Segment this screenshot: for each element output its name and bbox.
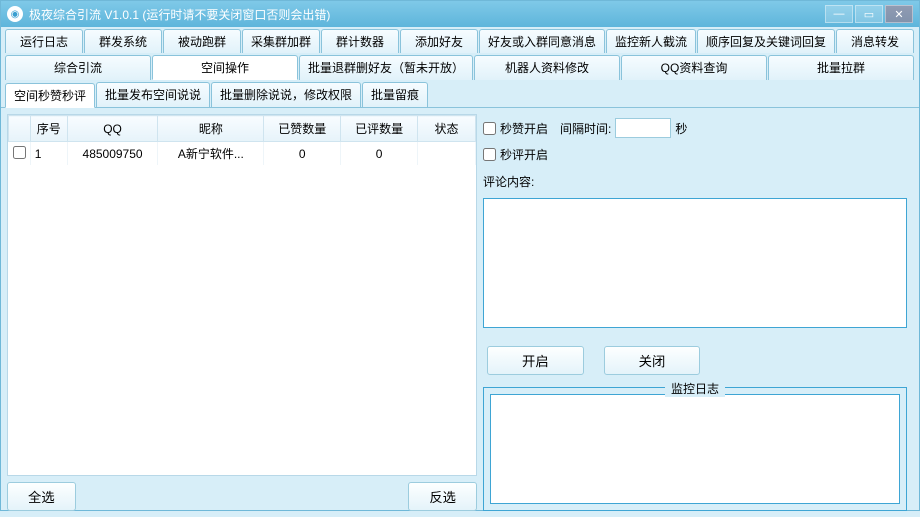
interval-unit: 秒 — [675, 120, 687, 137]
tab-tabrow2-1[interactable]: 空间操作 — [152, 55, 298, 80]
row-checkbox[interactable] — [13, 146, 26, 159]
tab-tabrow3-0[interactable]: 空间秒赞秒评 — [5, 83, 95, 108]
col-header-1[interactable]: QQ — [67, 116, 158, 142]
close-button[interactable]: ✕ — [885, 5, 913, 23]
tab-tabrow2-2[interactable]: 批量退群删好友（暂未开放） — [299, 55, 473, 80]
tab-tabrow1-3[interactable]: 采集群加群 — [242, 29, 320, 53]
col-header-5[interactable]: 状态 — [418, 116, 476, 142]
table-row[interactable]: 1485009750A新宁软件...00 — [9, 142, 476, 166]
tab-tabrow3-3[interactable]: 批量留痕 — [362, 82, 428, 107]
interval-input[interactable] — [615, 118, 671, 138]
tab-row-2: 综合引流空间操作批量退群删好友（暂未开放）机器人资料修改QQ资料查询批量拉群 — [1, 53, 919, 80]
left-panel: 序号QQ昵称已赞数量已评数量状态 1485009750A新宁软件...00 全选… — [7, 114, 477, 511]
tab-tabrow1-5[interactable]: 添加好友 — [400, 29, 478, 53]
col-header-3[interactable]: 已赞数量 — [264, 116, 341, 142]
account-table: 序号QQ昵称已赞数量已评数量状态 1485009750A新宁软件...00 — [8, 115, 476, 165]
col-checkbox — [9, 116, 31, 142]
col-header-2[interactable]: 昵称 — [158, 116, 264, 142]
cell-commented: 0 — [341, 142, 418, 166]
comment-enable-label: 秒评开启 — [500, 146, 548, 163]
log-label: 监控日志 — [665, 380, 725, 397]
tab-row-3: 空间秒赞秒评批量发布空间说说批量删除说说，修改权限批量留痕 — [1, 80, 919, 108]
select-all-button[interactable]: 全选 — [7, 482, 76, 511]
start-button[interactable]: 开启 — [487, 346, 584, 375]
invert-select-button[interactable]: 反选 — [408, 482, 477, 511]
tab-tabrow2-0[interactable]: 综合引流 — [5, 55, 151, 80]
tab-tabrow1-1[interactable]: 群发系统 — [84, 29, 162, 53]
tab-tabrow2-3[interactable]: 机器人资料修改 — [474, 55, 620, 80]
comment-content-label: 评论内容: — [483, 173, 907, 190]
tab-row-1: 运行日志群发系统被动跑群采集群加群群计数器添加好友好友或入群同意消息监控新人截流… — [1, 27, 919, 53]
maximize-button[interactable]: ▭ — [855, 5, 883, 23]
log-textarea[interactable] — [490, 394, 900, 504]
cell-status — [418, 142, 476, 166]
interval-label: 间隔时间: — [560, 120, 611, 137]
minimize-button[interactable]: — — [825, 5, 853, 23]
tab-tabrow1-0[interactable]: 运行日志 — [5, 29, 83, 53]
titlebar: ◉ 极夜综合引流 V1.0.1 (运行时请不要关闭窗口否则会出错) — ▭ ✕ — [1, 1, 919, 27]
tab-tabrow1-4[interactable]: 群计数器 — [321, 29, 399, 53]
tab-tabrow3-2[interactable]: 批量删除说说，修改权限 — [211, 82, 361, 107]
like-enable-checkbox[interactable] — [483, 122, 496, 135]
right-panel: 秒赞开启 间隔时间: 秒 秒评开启 评论内容: 开启 关闭 监控日志 — [483, 114, 913, 511]
app-icon: ◉ — [7, 6, 23, 22]
tab-tabrow2-5[interactable]: 批量拉群 — [768, 55, 914, 80]
cell-liked: 0 — [264, 142, 341, 166]
like-enable-label: 秒赞开启 — [500, 120, 548, 137]
cell-seq: 1 — [30, 142, 67, 166]
tab-tabrow1-9[interactable]: 消息转发 — [836, 29, 914, 53]
content-area: 序号QQ昵称已赞数量已评数量状态 1485009750A新宁软件...00 全选… — [1, 108, 919, 517]
app-window: ◉ 极夜综合引流 V1.0.1 (运行时请不要关闭窗口否则会出错) — ▭ ✕ … — [0, 0, 920, 511]
tab-tabrow1-6[interactable]: 好友或入群同意消息 — [479, 29, 605, 53]
tab-tabrow1-7[interactable]: 监控新人截流 — [606, 29, 696, 53]
tab-tabrow1-2[interactable]: 被动跑群 — [163, 29, 241, 53]
col-header-4[interactable]: 已评数量 — [341, 116, 418, 142]
cell-nick: A新宁软件... — [158, 142, 264, 166]
tab-tabrow2-4[interactable]: QQ资料查询 — [621, 55, 767, 80]
window-title: 极夜综合引流 V1.0.1 (运行时请不要关闭窗口否则会出错) — [29, 6, 823, 23]
table-wrap: 序号QQ昵称已赞数量已评数量状态 1485009750A新宁软件...00 — [7, 114, 477, 476]
cell-qq: 485009750 — [67, 142, 158, 166]
stop-button[interactable]: 关闭 — [604, 346, 701, 375]
log-fieldset: 监控日志 — [483, 387, 907, 511]
tab-tabrow1-8[interactable]: 顺序回复及关键词回复 — [697, 29, 835, 53]
col-header-0[interactable]: 序号 — [30, 116, 67, 142]
comment-enable-checkbox[interactable] — [483, 148, 496, 161]
comment-textarea[interactable] — [483, 198, 907, 328]
tab-tabrow3-1[interactable]: 批量发布空间说说 — [96, 82, 210, 107]
